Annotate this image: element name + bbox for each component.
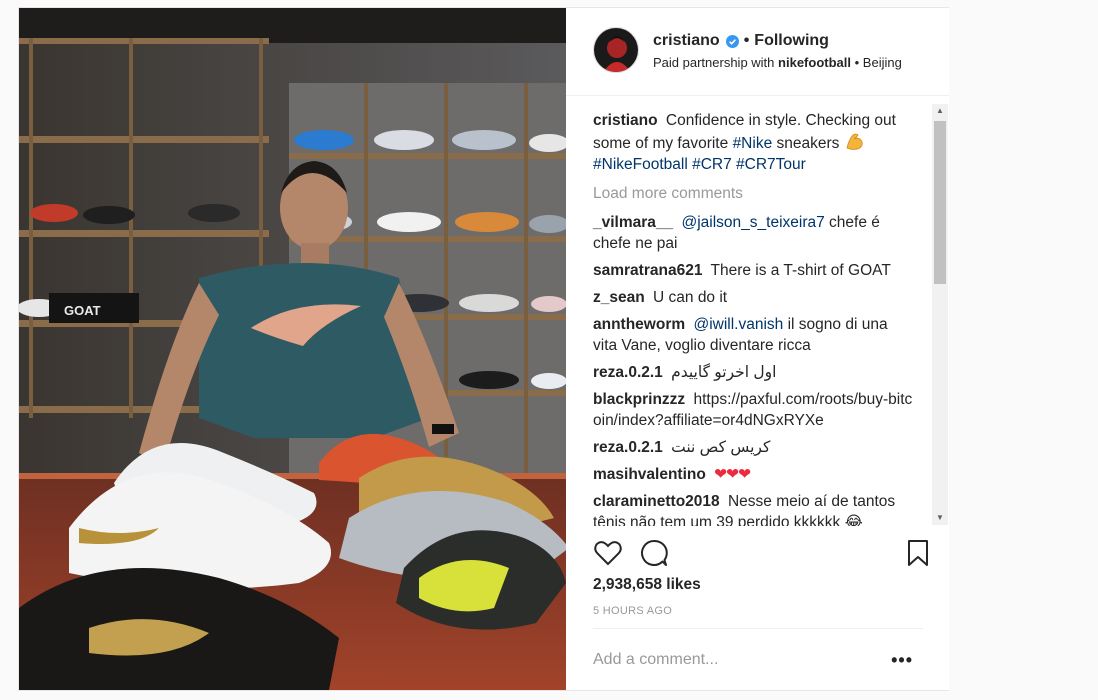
scroll-up-arrow-icon[interactable]: ▲ <box>932 104 948 118</box>
heart-icon[interactable] <box>593 538 623 568</box>
post-side-panel: cristiano • Following Paid partnership w… <box>566 8 949 690</box>
comment-username[interactable]: anntheworm <box>593 316 685 333</box>
comment-item: reza.0.2.1 کریس کص ننت <box>593 437 913 458</box>
comment-username[interactable]: claraminetto2018 <box>593 493 720 510</box>
caption-hashtag-nike[interactable]: #Nike <box>733 135 773 152</box>
partner-link[interactable]: nikefootball <box>778 55 851 70</box>
instagram-post: GOAT cristiano • Following Paid partners… <box>18 7 949 691</box>
verified-badge-icon <box>725 34 739 48</box>
flexed-biceps-icon <box>844 131 866 151</box>
scroll-down-arrow-icon[interactable]: ▼ <box>932 511 948 525</box>
post-photo[interactable]: GOAT <box>19 8 566 690</box>
caption-text-after: sneakers <box>776 135 840 152</box>
bookmark-icon[interactable] <box>903 538 933 568</box>
comment-username[interactable]: reza.0.2.1 <box>593 364 663 381</box>
avatar-image <box>594 28 638 72</box>
paid-partnership-label: Paid partnership with <box>653 55 775 70</box>
header-user-row: cristiano • Following <box>653 32 829 50</box>
comment-item: z_sean U can do it <box>593 287 913 308</box>
comment-username[interactable]: masihvalentino <box>593 466 706 483</box>
comment-item: blackprinzzz https://paxful.com/roots/bu… <box>593 389 913 431</box>
comment-list: cristiano Confidence in style. Checking … <box>593 110 913 526</box>
comment-item: masihvalentino ❤❤❤ <box>593 464 913 485</box>
location-separator: • <box>854 55 860 70</box>
add-comment-input[interactable] <box>593 651 883 669</box>
header-separator: • <box>743 32 750 49</box>
header-meta-row: Paid partnership with nikefootball • Bei… <box>653 55 902 70</box>
comment-item: anntheworm @iwill.vanish il sogno di una… <box>593 314 913 356</box>
avatar[interactable] <box>593 27 639 73</box>
comment-item: samratrana621 There is a T-shirt of GOAT <box>593 260 913 281</box>
comment-item: claraminetto2018 Nesse meio aí de tantos… <box>593 491 913 526</box>
comment-username[interactable]: samratrana621 <box>593 262 702 279</box>
comment-username[interactable]: _vilmara__ <box>593 214 673 231</box>
shirt-goat-text: GOAT <box>64 303 101 318</box>
post-header: cristiano • Following Paid partnership w… <box>566 8 949 96</box>
comment-item: _vilmara__ @jailson_s_teixeira7 chefe é … <box>593 212 913 254</box>
comment-item: reza.0.2.1 اول اخرتو گاییدم <box>593 362 913 383</box>
comment-bubble-icon[interactable] <box>639 538 669 568</box>
comment-username[interactable]: blackprinzzz <box>593 391 685 408</box>
caption-username[interactable]: cristiano <box>593 112 658 129</box>
location-link[interactable]: Beijing <box>863 55 902 70</box>
comment-mention[interactable]: @jailson_s_teixeira7 <box>681 214 824 231</box>
post-photo-illustration: GOAT <box>19 8 566 690</box>
comment-mention[interactable]: @iwill.vanish <box>693 316 783 333</box>
likes-count[interactable]: 2,938,658 likes <box>593 576 701 594</box>
post-actions <box>566 536 949 576</box>
comment-username[interactable]: z_sean <box>593 289 645 306</box>
comment-text: ❤❤❤ <box>714 466 751 483</box>
comment-username[interactable]: reza.0.2.1 <box>593 439 663 456</box>
comments-scrollbar[interactable]: ▲ ▼ <box>932 104 948 525</box>
comment-text: There is a T-shirt of GOAT <box>710 262 891 279</box>
post-timestamp[interactable]: 5 HOURS AGO <box>593 605 672 617</box>
load-more-comments-button[interactable]: Load more comments <box>593 183 913 204</box>
scrollbar-thumb[interactable] <box>934 121 946 284</box>
comment-text: U can do it <box>653 289 728 306</box>
caption-hashtags[interactable]: #NikeFootball #CR7 #CR7Tour <box>593 156 806 173</box>
comment-text: کریس کص ننت <box>671 439 771 456</box>
header-username[interactable]: cristiano <box>653 32 720 50</box>
more-options-icon[interactable]: ••• <box>891 651 913 669</box>
comments-section[interactable]: cristiano Confidence in style. Checking … <box>566 104 934 526</box>
following-button[interactable]: Following <box>754 32 829 50</box>
caption: cristiano Confidence in style. Checking … <box>593 110 913 175</box>
comment-text: اول اخرتو گاییدم <box>671 364 777 381</box>
add-comment-row: ••• <box>593 628 923 690</box>
